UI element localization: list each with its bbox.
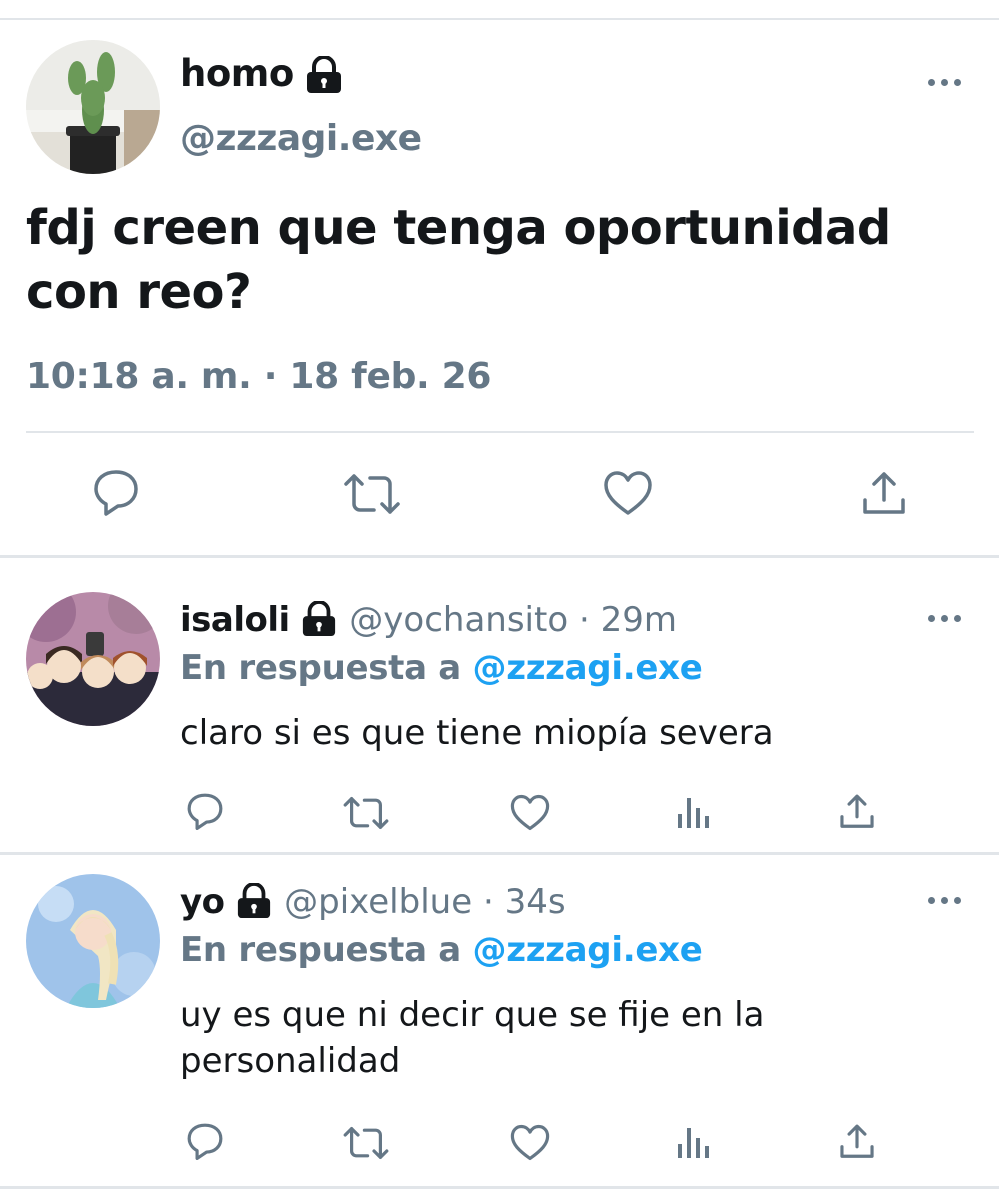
replying-to: En respuesta a @zzzagi.exe xyxy=(180,930,703,970)
tweet-separator xyxy=(0,852,999,855)
replying-to-label: En respuesta a xyxy=(180,930,461,970)
handle[interactable]: @pixelblue xyxy=(284,882,472,922)
mention-link[interactable]: @zzzagi.exe xyxy=(473,648,703,688)
reply-time[interactable]: 29m xyxy=(601,600,677,640)
like-icon[interactable] xyxy=(603,470,653,516)
display-name[interactable]: yo xyxy=(180,882,225,922)
separator-dot: · xyxy=(578,600,590,640)
share-icon[interactable] xyxy=(860,470,908,518)
reply-icon[interactable] xyxy=(92,468,140,516)
more-options-icon[interactable] xyxy=(928,76,964,88)
retweet-icon[interactable] xyxy=(342,472,402,516)
retweet-icon[interactable] xyxy=(342,795,390,831)
tweet-timestamp[interactable]: 10:18 a. m. · 18 feb. 26 xyxy=(26,356,491,397)
handle[interactable]: @yochansito xyxy=(349,600,568,640)
anime-group-avatar-image xyxy=(26,592,160,726)
share-icon[interactable] xyxy=(838,793,876,831)
tweet-separator xyxy=(0,1186,999,1189)
protected-lock-icon xyxy=(304,56,344,94)
reply-header: yo @pixelblue · 34s xyxy=(180,882,566,922)
separator-dot: · xyxy=(482,882,494,922)
display-name[interactable]: isaloli xyxy=(180,600,290,640)
more-options-icon[interactable] xyxy=(928,612,964,624)
like-icon[interactable] xyxy=(510,1124,550,1161)
analytics-icon[interactable] xyxy=(677,1124,711,1160)
avatar[interactable] xyxy=(26,874,160,1008)
retweet-icon[interactable] xyxy=(342,1125,390,1161)
tweet-separator xyxy=(0,555,999,558)
avatar[interactable] xyxy=(26,40,160,174)
tweet-text: fdj creen que tenga oportunidad con reo? xyxy=(26,200,891,320)
reply-icon[interactable] xyxy=(186,1122,224,1160)
handle[interactable]: @zzzagi.exe xyxy=(180,118,422,159)
like-icon[interactable] xyxy=(510,794,550,831)
reply-icon[interactable] xyxy=(186,792,224,830)
elsa-avatar-image xyxy=(26,874,160,1008)
reply-header: isaloli @yochansito · 29m xyxy=(180,600,677,640)
more-options-icon[interactable] xyxy=(928,894,964,906)
analytics-icon[interactable] xyxy=(677,794,711,830)
reply-time[interactable]: 34s xyxy=(505,882,566,922)
mention-link[interactable]: @zzzagi.exe xyxy=(473,930,703,970)
reply-text: claro si es que tiene miopía severa xyxy=(180,713,774,753)
divider xyxy=(26,431,974,433)
share-icon[interactable] xyxy=(838,1123,876,1161)
protected-lock-icon xyxy=(235,882,284,922)
avatar[interactable] xyxy=(26,592,160,726)
display-name[interactable]: homo xyxy=(180,52,294,95)
replying-to: En respuesta a @zzzagi.exe xyxy=(180,648,703,688)
reply-text: uy es que ni decir que se fije en la per… xyxy=(180,995,765,1081)
replying-to-label: En respuesta a xyxy=(180,648,461,688)
protected-lock-icon xyxy=(300,600,349,640)
cactus-avatar-image xyxy=(26,40,160,174)
top-divider xyxy=(0,18,999,20)
